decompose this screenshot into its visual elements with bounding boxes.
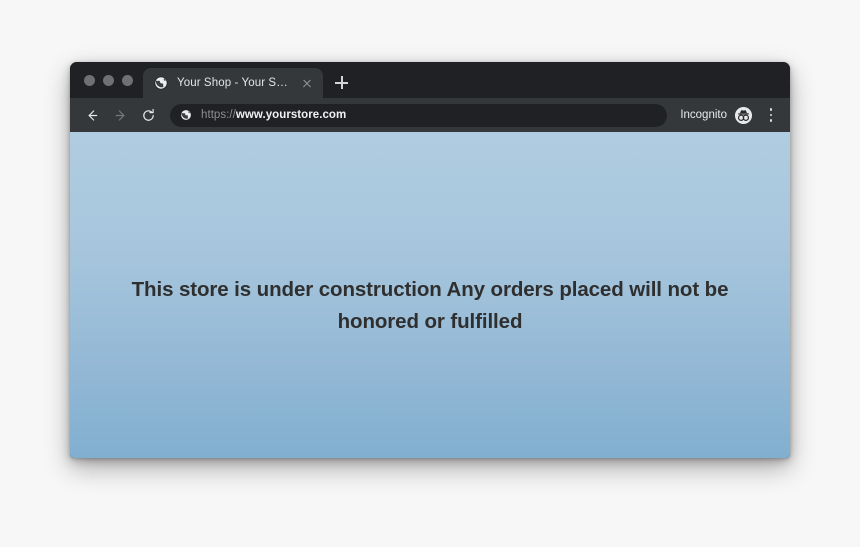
- browser-toolbar: https://www.yourstore.com Incognito: [70, 98, 790, 132]
- url-text: https://www.yourstore.com: [201, 108, 346, 122]
- browser-tab-active[interactable]: Your Shop - Your Shop: [143, 68, 323, 98]
- screenshot-canvas: Your Shop - Your Shop https://www.yourst…: [0, 0, 860, 547]
- address-bar[interactable]: https://www.yourstore.com: [170, 103, 668, 127]
- forward-button[interactable]: [108, 103, 133, 128]
- browser-window: Your Shop - Your Shop https://www.yourst…: [70, 62, 790, 458]
- close-icon[interactable]: [299, 75, 315, 91]
- arrow-left-icon: [88, 109, 98, 121]
- reload-button[interactable]: [136, 103, 161, 128]
- tab-strip: Your Shop - Your Shop: [70, 62, 790, 98]
- window-traffic-lights: [78, 62, 143, 98]
- incognito-icon: [734, 106, 753, 124]
- back-button[interactable]: [80, 103, 105, 128]
- maximize-window-button[interactable]: [122, 74, 133, 86]
- url-scheme: https://: [201, 109, 236, 121]
- globe-icon: [154, 76, 168, 90]
- store-construction-message: This store is under construction Any ord…: [131, 278, 729, 333]
- url-host: www.yourstore.com: [235, 109, 347, 121]
- globe-icon: [180, 109, 192, 121]
- three-dot-menu-icon: [769, 113, 773, 117]
- arrow-right-icon: [115, 109, 125, 121]
- minimize-window-button[interactable]: [103, 74, 114, 86]
- reload-icon: [143, 108, 154, 121]
- page-viewport: This store is under construction Any ord…: [70, 132, 790, 458]
- incognito-label: Incognito: [680, 109, 727, 121]
- close-window-button[interactable]: [84, 74, 95, 86]
- new-tab-button[interactable]: [327, 68, 355, 98]
- tab-title: Your Shop - Your Shop: [177, 77, 293, 89]
- three-dot-menu-icon: [769, 108, 773, 111]
- three-dot-menu-icon: [769, 119, 773, 122]
- browser-menu-button[interactable]: [760, 102, 782, 128]
- incognito-indicator[interactable]: Incognito: [674, 106, 753, 125]
